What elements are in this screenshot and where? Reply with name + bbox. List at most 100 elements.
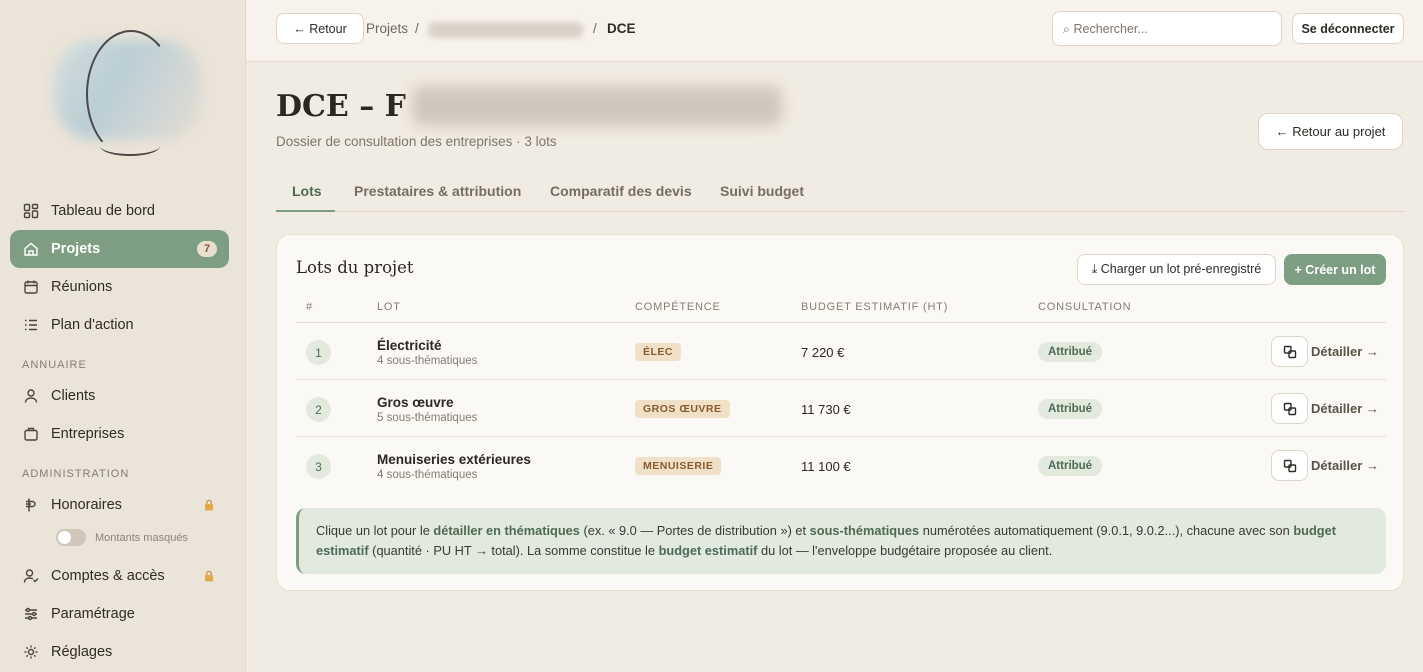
info-text: (ex. « 9.0 — Portes de distribution ») e…	[579, 523, 810, 538]
home-icon	[22, 240, 40, 258]
info-text: (quantité · PU HT → total). La somme con…	[368, 543, 659, 558]
tab-lots[interactable]: Lots	[292, 183, 322, 199]
column-header-lot: LOT	[377, 301, 401, 313]
info-emphasis: budget estimatif	[658, 543, 758, 558]
competence-badge: ÉLEC	[635, 343, 682, 361]
section-label-administration: ADMINISTRATION	[22, 468, 130, 480]
breadcrumb-separator: /	[415, 21, 419, 36]
logout-button[interactable]: Se déconnecter	[1292, 13, 1404, 44]
sliders-icon	[22, 605, 40, 623]
info-emphasis: détailler en thématiques	[433, 523, 580, 538]
load-preset-lot-button[interactable]: ⤓ Charger un lot pré-enregistré	[1077, 254, 1276, 285]
currency-icon	[22, 496, 40, 514]
page-title-redacted	[411, 86, 782, 126]
competence-badge: GROS ŒUVRE	[635, 400, 730, 418]
user-check-icon	[22, 567, 40, 585]
lots-card: Lots du projet ⤓ Charger un lot pré-enre…	[276, 234, 1404, 591]
duplicate-icon	[1283, 459, 1296, 472]
list-icon	[22, 316, 40, 334]
lot-number: 2	[306, 397, 331, 422]
detail-link[interactable]: Détailler →	[1311, 401, 1379, 416]
sidebar-item-projets[interactable]: Projets 7	[10, 230, 229, 268]
lot-number: 1	[306, 340, 331, 365]
amounts-hidden-toggle-row[interactable]: Montants masqués	[56, 529, 188, 546]
card-title: Lots du projet	[296, 258, 414, 277]
active-tab-indicator	[276, 210, 335, 212]
tab-prestataires[interactable]: Prestataires & attribution	[354, 183, 521, 199]
back-to-project-button[interactable]: ← Retour au projet	[1258, 113, 1403, 150]
page-title: DCE – F	[276, 86, 782, 126]
page-title-text: DCE – F	[276, 88, 406, 124]
competence-badge: MENUISERIE	[635, 457, 722, 475]
toggle-label: Montants masqués	[95, 531, 188, 544]
sidebar-item-dashboard[interactable]: Tableau de bord	[10, 192, 229, 230]
search-box[interactable]	[1052, 11, 1282, 46]
info-text: du lot — l'enveloppe budgétaire proposée…	[757, 543, 1053, 558]
sidebar-item-label: Réglages	[51, 644, 113, 660]
breadcrumb-current: DCE	[607, 21, 636, 36]
back-button[interactable]: ← Retour	[276, 13, 364, 44]
lock-icon	[204, 499, 214, 511]
duplicate-button[interactable]	[1271, 336, 1308, 367]
lot-subthemes-count: 5 sous-thématiques	[377, 412, 478, 424]
sidebar-item-honoraires[interactable]: Honoraires	[10, 486, 229, 524]
search-input[interactable]	[1063, 21, 1253, 36]
detail-link[interactable]: Détailler →	[1311, 344, 1379, 359]
column-header-budget: BUDGET ESTIMATIF (HT)	[801, 301, 949, 313]
lot-subthemes-count: 4 sous-thématiques	[377, 469, 478, 481]
amounts-hidden-toggle[interactable]	[56, 529, 86, 546]
sidebar-item-label: Tableau de bord	[51, 203, 155, 219]
user-icon	[22, 387, 40, 405]
sidebar-item-label: Honoraires	[51, 497, 122, 513]
sidebar-item-label: Réunions	[51, 279, 113, 295]
status-badge: Attribué	[1038, 399, 1103, 419]
sidebar-item-reunions[interactable]: Réunions	[10, 268, 229, 306]
sun-icon	[22, 643, 40, 661]
sidebar-item-entreprises[interactable]: Entreprises	[10, 415, 229, 453]
tab-suivi-budget[interactable]: Suivi budget	[720, 183, 804, 199]
duplicate-button[interactable]	[1271, 393, 1308, 424]
sidebar-item-reglages[interactable]: Réglages	[10, 633, 229, 671]
lot-number: 3	[306, 454, 331, 479]
table-row[interactable]: 1 Électricité 4 sous-thématiques ÉLEC 7 …	[296, 323, 1386, 380]
lot-name: Menuiseries extérieures	[377, 452, 531, 467]
info-callout: Clique un lot pour le détailler en théma…	[296, 508, 1386, 574]
column-header-consultation: CONSULTATION	[1038, 301, 1132, 313]
page-subtitle: Dossier de consultation des entreprises …	[276, 134, 557, 149]
info-text: numérotées automatiquement (9.0.1, 9.0.2…	[919, 523, 1294, 538]
sidebar-item-comptes-acces[interactable]: Comptes & accès	[10, 557, 229, 595]
lot-name: Électricité	[377, 338, 442, 353]
lot-budget: 7 220 €	[801, 345, 845, 360]
sidebar-item-label: Entreprises	[51, 426, 125, 442]
table-row[interactable]: 2 Gros œuvre 5 sous-thématiques GROS ŒUV…	[296, 380, 1386, 437]
breadcrumb-project-name-redacted[interactable]	[428, 22, 583, 38]
briefcase-icon	[22, 425, 40, 443]
sidebar-item-parametrage[interactable]: Paramétrage	[10, 595, 229, 633]
column-header-competence: COMPÉTENCE	[635, 301, 721, 313]
detail-link[interactable]: Détailler →	[1311, 458, 1379, 473]
breadcrumb-projects[interactable]: Projets	[366, 21, 408, 36]
column-header-number: #	[306, 301, 313, 313]
duplicate-icon	[1283, 402, 1296, 415]
info-emphasis: sous-thématiques	[809, 523, 920, 538]
duplicate-button[interactable]	[1271, 450, 1308, 481]
create-lot-button[interactable]: + Créer un lot	[1284, 254, 1386, 285]
lot-subthemes-count: 4 sous-thématiques	[377, 355, 478, 367]
lock-icon	[204, 570, 214, 582]
status-badge: Attribué	[1038, 342, 1103, 362]
tab-comparatif[interactable]: Comparatif des devis	[550, 183, 692, 199]
dashboard-icon	[22, 202, 40, 220]
sidebar-item-label: Plan d'action	[51, 317, 134, 333]
sidebar-item-label: Projets	[51, 241, 101, 257]
projects-count-badge: 7	[197, 241, 217, 257]
info-text: Clique un lot pour le	[316, 523, 434, 538]
sidebar-item-label: Paramétrage	[51, 606, 135, 622]
sidebar: Tableau de bord Projets 7 Réunions Plan …	[0, 0, 246, 672]
lot-name: Gros œuvre	[377, 395, 454, 410]
sidebar-item-label: Clients	[51, 388, 96, 404]
sidebar-item-label: Comptes & accès	[51, 568, 165, 584]
table-row[interactable]: 3 Menuiseries extérieures 4 sous-thémati…	[296, 437, 1386, 494]
sidebar-item-plan-action[interactable]: Plan d'action	[10, 306, 229, 344]
sidebar-item-clients[interactable]: Clients	[10, 377, 229, 415]
status-badge: Attribué	[1038, 456, 1103, 476]
